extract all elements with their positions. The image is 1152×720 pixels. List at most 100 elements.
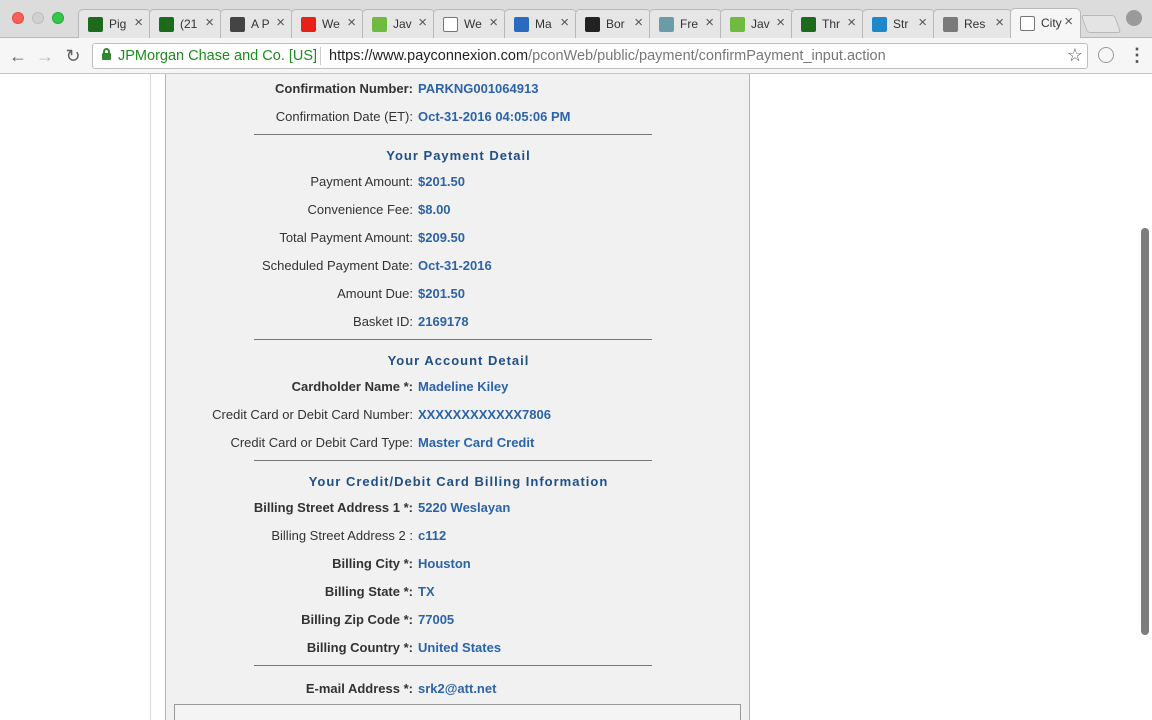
tab-close-icon[interactable]: × — [205, 15, 214, 30]
new-tab-button[interactable] — [1080, 15, 1122, 33]
address-bar[interactable]: JPMorgan Chase and Co. [US] https://www.… — [92, 43, 1088, 69]
close-window-button[interactable] — [12, 12, 24, 24]
payment-detail-row-label: Basket ID: — [353, 314, 413, 329]
browser-tab[interactable]: (21 × — [149, 9, 222, 38]
account-detail-row-value: Master Card Credit — [418, 435, 535, 450]
divider — [254, 665, 652, 666]
maximize-window-button[interactable] — [52, 12, 64, 24]
account-detail-row: Credit Card or Debit Card Number: XXXXXXX… — [166, 407, 751, 423]
w3-icon — [730, 17, 745, 32]
payment-detail-row-label: Convenience Fee: — [307, 202, 413, 217]
payment-detail-row: Convenience Fee: $8.00 — [166, 202, 751, 218]
tab-close-icon[interactable]: × — [1064, 14, 1073, 29]
tab-title: We — [464, 17, 482, 31]
account-detail-heading: Your Account Detail — [387, 353, 530, 368]
confirmation-date-label: Confirmation Date (ET): — [275, 109, 413, 124]
tab-close-icon[interactable]: × — [134, 15, 143, 30]
avatar-icon — [943, 17, 958, 32]
tab-title: (21 — [180, 17, 198, 31]
billing-info-row-label: Billing City *: — [332, 556, 413, 571]
payment-detail-row-label: Scheduled Payment Date: — [261, 258, 413, 273]
tab-close-icon[interactable]: × — [776, 15, 785, 30]
email-row: E-mail Address *: srk2@att.net — [166, 681, 751, 697]
browser-tab[interactable]: Fre × — [649, 9, 722, 38]
billing-info-row-value: TX — [418, 584, 435, 599]
confirmation-date-value: Oct-31-2016 04:05:06 PM — [418, 109, 571, 124]
profile-icon[interactable] — [1126, 10, 1142, 26]
tab-title: Ma — [535, 17, 552, 31]
browser-toolbar: ← → ↻ JPMorgan Chase and Co. [US] https:… — [0, 38, 1152, 74]
url-host: https://www.payconnexion.com — [329, 48, 529, 64]
email-value: srk2@att.net — [418, 681, 497, 696]
account-detail-row: Credit Card or Debit Card Type: Master Ca… — [166, 435, 751, 451]
payment-detail-row-label: Amount Due: — [337, 286, 413, 301]
minimize-window-button[interactable] — [32, 12, 44, 24]
tab-title: City — [1041, 16, 1062, 30]
tab-title: Str — [893, 17, 909, 31]
billing-info-row-label: Billing Zip Code *: — [301, 612, 413, 627]
extension-icon[interactable] — [1098, 47, 1114, 63]
menu-icon[interactable]: ⋮ — [1128, 42, 1146, 68]
tab-close-icon[interactable]: × — [705, 15, 714, 30]
tab-title: Fre — [680, 17, 698, 31]
freecodecamp-icon — [659, 17, 674, 32]
tab-close-icon[interactable]: × — [489, 15, 498, 30]
billing-info-row: Billing State *: TX — [166, 584, 751, 600]
confirmation-number-value: PARKNG001064913 — [418, 81, 539, 96]
tab-close-icon[interactable]: × — [276, 15, 285, 30]
browser-tab[interactable]: Res × — [933, 9, 1012, 38]
billing-info-row: Billing Zip Code *: 77005 — [166, 612, 751, 628]
tab-strip: Pig × (21 × A P × We × Jav × We × Ma × Bor × Fre × Jav × Thr… — [0, 0, 1152, 39]
browser-tab[interactable]: Jav × — [720, 9, 793, 38]
browser-tab[interactable]: Jav × — [362, 9, 435, 38]
divider — [254, 134, 652, 135]
browser-tab[interactable]: Pig × — [78, 9, 151, 38]
billing-info-row: Billing City *: Houston — [166, 556, 751, 572]
confirmation-date-row: Confirmation Date (ET): Oct-31-2016 04:0… — [166, 109, 751, 125]
forward-arrow-icon[interactable]: → — [33, 44, 57, 68]
payment-detail-row-value: Oct-31-2016 — [418, 258, 492, 273]
browser-tab[interactable]: We × — [291, 9, 364, 38]
billing-info-row: Billing Street Address 1 *: 5220 Weslayan — [166, 500, 751, 516]
tab-close-icon[interactable]: × — [560, 15, 569, 30]
divider — [254, 460, 652, 461]
tab-close-icon[interactable]: × — [847, 15, 856, 30]
vertical-scrollbar[interactable] — [1138, 74, 1152, 720]
terms-box — [174, 704, 741, 720]
browser-tab[interactable]: Thr × — [791, 9, 864, 38]
billing-info-row: Billing Country *: United States — [166, 640, 751, 656]
bookmark-star-icon[interactable]: ☆ — [1067, 45, 1083, 66]
url-text[interactable]: https://www.payconnexion.com/pconWeb/pub… — [329, 48, 886, 64]
browser-tab[interactable]: Ma × — [504, 9, 577, 38]
tab-close-icon[interactable]: × — [995, 15, 1004, 30]
payment-detail-row-value: $209.50 — [418, 230, 465, 245]
reload-icon[interactable]: ↻ — [61, 44, 85, 68]
mail-icon — [514, 17, 529, 32]
scrollbar-thumb[interactable] — [1141, 228, 1149, 635]
billing-info-heading: Your Credit/Debit Card Billing Informati… — [308, 474, 609, 489]
payment-detail-row: Basket ID: 2169178 — [166, 314, 751, 330]
billing-info-row-value: 5220 Weslayan — [418, 500, 511, 515]
browser-tab[interactable]: We × — [433, 9, 506, 38]
page-divider — [150, 74, 151, 720]
tab-close-icon[interactable]: × — [418, 15, 427, 30]
payment-detail-row: Scheduled Payment Date: Oct-31-2016 — [166, 258, 751, 274]
back-arrow-icon[interactable]: ← — [6, 44, 30, 68]
tab-title: Pig — [109, 17, 127, 31]
browser-tab[interactable]: Str × — [862, 9, 935, 38]
browser-tab[interactable]: Bor × — [575, 9, 651, 38]
tab-title: Res — [964, 17, 986, 31]
tab-close-icon[interactable]: × — [634, 15, 643, 30]
browser-tab[interactable]: City × — [1010, 8, 1081, 39]
payment-detail-row-value: $201.50 — [418, 286, 465, 301]
billing-info-row-label: Billing Street Address 2 : — [271, 528, 413, 543]
url-path: /pconWeb/public/payment/confirmPayment_i… — [528, 48, 886, 64]
upwork-icon — [801, 17, 816, 32]
tab-close-icon[interactable]: × — [918, 15, 927, 30]
browser-tab[interactable]: A P × — [220, 9, 293, 38]
upwork-icon — [88, 17, 103, 32]
billing-info-row-value: United States — [418, 640, 502, 655]
tab-title: Jav — [393, 17, 412, 31]
account-detail-row-value: Madeline Kiley — [418, 379, 509, 394]
tab-close-icon[interactable]: × — [347, 15, 356, 30]
